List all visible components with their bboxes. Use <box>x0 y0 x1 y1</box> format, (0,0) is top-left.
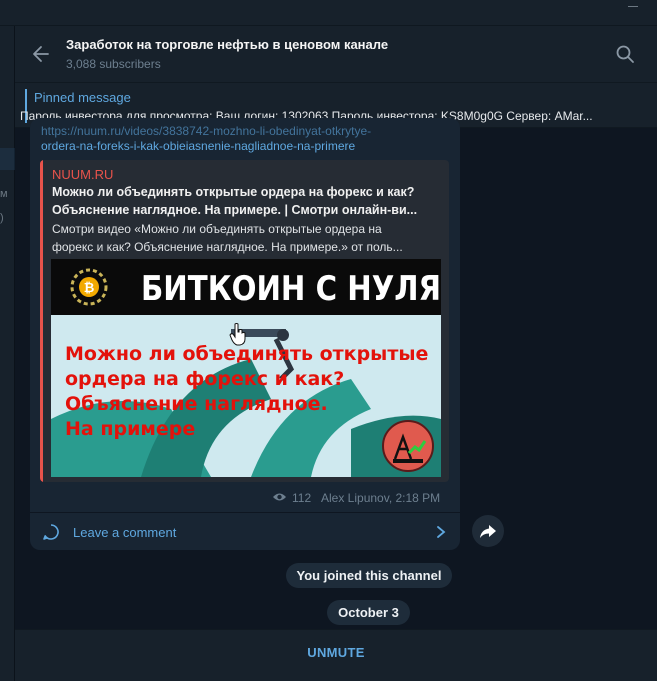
back-arrow-icon[interactable] <box>31 44 51 64</box>
preview-title: Можно ли объединять открытые ордера на ф… <box>52 185 415 199</box>
chat-header: Заработок на торговле нефтью в ценовом к… <box>15 26 657 82</box>
date-separator: October 3 <box>327 600 410 625</box>
bitcoin-logo-icon: ₿ <box>70 268 108 306</box>
share-icon <box>480 525 496 538</box>
author-time: Alex Lipunov, 2:18 PM <box>321 491 441 505</box>
thumbnail-line: На примере <box>65 418 196 440</box>
post-link[interactable]: ordera-na-foreks-i-kak-obieiasnenie-nagl… <box>41 139 355 153</box>
unmute-button[interactable]: UNMUTE <box>15 645 657 660</box>
preview-thumbnail[interactable]: ₿ БИТКОИН С НУЛЯ Можно ли объединять отк… <box>51 259 441 477</box>
leave-comment-label[interactable]: Leave a comment <box>73 525 176 540</box>
chat-list-selection <box>0 148 15 170</box>
thumbnail-line: ордера на форекс и как? <box>65 368 345 390</box>
view-count: 112 <box>292 491 312 505</box>
chat-list-fragment: ) <box>0 212 4 224</box>
thumbnail-banner: БИТКОИН С НУЛЯ <box>141 269 441 309</box>
preview-site-name: NUUM.RU <box>52 167 114 182</box>
search-icon[interactable] <box>615 44 635 64</box>
oil-rig-logo-icon <box>382 420 434 472</box>
chat-list-edge[interactable]: м ) <box>0 26 15 681</box>
subscriber-count: 3,088 subscribers <box>66 57 161 71</box>
link-preview[interactable]: NUUM.RU Можно ли объединять открытые орд… <box>40 160 449 482</box>
preview-accent-bar <box>40 160 43 482</box>
window-top-strip <box>0 0 657 26</box>
svg-text:₿: ₿ <box>84 281 95 296</box>
eye-icon <box>273 493 286 501</box>
preview-description: Смотри видео «Можно ли объединять открыт… <box>52 222 382 236</box>
telegram-window: м ) Заработок на торговле нефтью в ценов… <box>0 0 657 681</box>
comment-bar[interactable]: Leave a comment <box>30 512 460 550</box>
share-button[interactable] <box>472 515 504 547</box>
hand-cursor-icon <box>229 323 246 346</box>
thumbnail-line: Объяснение наглядное. <box>65 393 328 415</box>
preview-title-cont: Объяснение наглядное. На примере. | Смот… <box>52 203 418 217</box>
minimize-icon[interactable] <box>628 6 638 7</box>
comment-icon <box>43 524 59 540</box>
pinned-label: Pinned message <box>34 90 131 105</box>
joined-service-message: You joined this channel <box>286 563 452 588</box>
bottom-bar: UNMUTE <box>15 629 657 681</box>
chat-list-fragment: м <box>0 188 8 200</box>
chevron-right-icon[interactable] <box>435 525 447 539</box>
preview-description-cont: форекс и как? Объяснение наглядное. На п… <box>52 240 403 254</box>
post-link-fragment[interactable]: https://nuum.ru/videos/3838742-mozhno-li… <box>41 124 371 138</box>
thumbnail-line: Можно ли объединять открытые <box>65 343 429 365</box>
channel-title[interactable]: Заработок на торговле нефтью в ценовом к… <box>66 37 388 52</box>
